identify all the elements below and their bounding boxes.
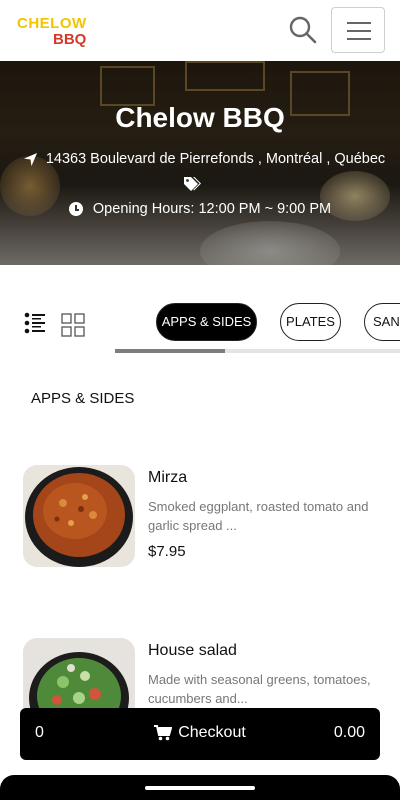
- tab-apps-and-sides[interactable]: APPS & SIDES: [156, 303, 257, 341]
- category-scrollbar-thumb[interactable]: [115, 349, 225, 353]
- hamburger-menu-button[interactable]: [331, 7, 385, 53]
- item-image: [23, 638, 135, 708]
- logo-line-2: BBQ: [53, 31, 87, 48]
- list-view-icon: [24, 312, 45, 334]
- menu-item-mirza[interactable]: Mirza Smoked eggplant, roasted tomato an…: [0, 465, 400, 575]
- grid-view-toggle[interactable]: [61, 313, 85, 337]
- item-name: Mirza: [148, 469, 188, 486]
- section-title: APPS & SIDES: [31, 390, 135, 407]
- cart-total: 0.00: [333, 724, 365, 741]
- checkout-bar[interactable]: 0 Checkout 0.00: [20, 708, 380, 760]
- opening-hours: Opening Hours: 12:00 PM ~ 9:00 PM: [0, 201, 400, 217]
- hamburger-menu-icon: [347, 22, 371, 24]
- item-description: Smoked eggplant, roasted tomato and garl…: [148, 499, 369, 533]
- tab-sandwiches[interactable]: SANDWICHES: [364, 303, 400, 341]
- address-text: 14363 Boulevard de Pierrefonds , Montréa…: [45, 151, 386, 167]
- tags-icon: [184, 177, 201, 191]
- item-name: House salad: [148, 642, 237, 659]
- home-indicator[interactable]: [145, 786, 255, 790]
- search-icon: [289, 16, 317, 44]
- restaurant-logo[interactable]: CHELOW BBQ: [14, 10, 87, 50]
- tab-plates[interactable]: PLATES: [280, 303, 341, 341]
- opening-hours-text: Opening Hours: 12:00 PM ~ 9:00 PM: [92, 201, 332, 217]
- logo-line-1: CHELOW: [17, 15, 87, 32]
- search-button[interactable]: [287, 14, 319, 46]
- checkout-label: Checkout: [178, 724, 246, 741]
- category-tabs: APPS & SIDES PLATES SANDWICHES: [155, 303, 400, 341]
- grid-view-icon: [61, 313, 85, 337]
- item-price: $7.95: [148, 543, 186, 560]
- shopping-cart-icon: [154, 725, 173, 741]
- restaurant-name: Chelow BBQ: [115, 102, 285, 133]
- list-view-toggle[interactable]: [24, 311, 46, 335]
- top-bar: CHELOW BBQ: [0, 0, 400, 61]
- location-arrow-icon: [23, 152, 37, 166]
- item-image: [23, 465, 135, 567]
- item-description: Made with seasonal greens, tomatoes, cuc…: [148, 672, 371, 706]
- clock-icon: [68, 202, 83, 216]
- menu-item-house-salad[interactable]: House salad Made with seasonal greens, t…: [0, 638, 400, 718]
- restaurant-address: 14363 Boulevard de Pierrefonds , Montréa…: [8, 151, 400, 167]
- restaurant-hero-banner: Chelow BBQ 14363 Boulevard de Pierrefond…: [0, 61, 400, 265]
- checkout-button[interactable]: Checkout: [20, 724, 380, 742]
